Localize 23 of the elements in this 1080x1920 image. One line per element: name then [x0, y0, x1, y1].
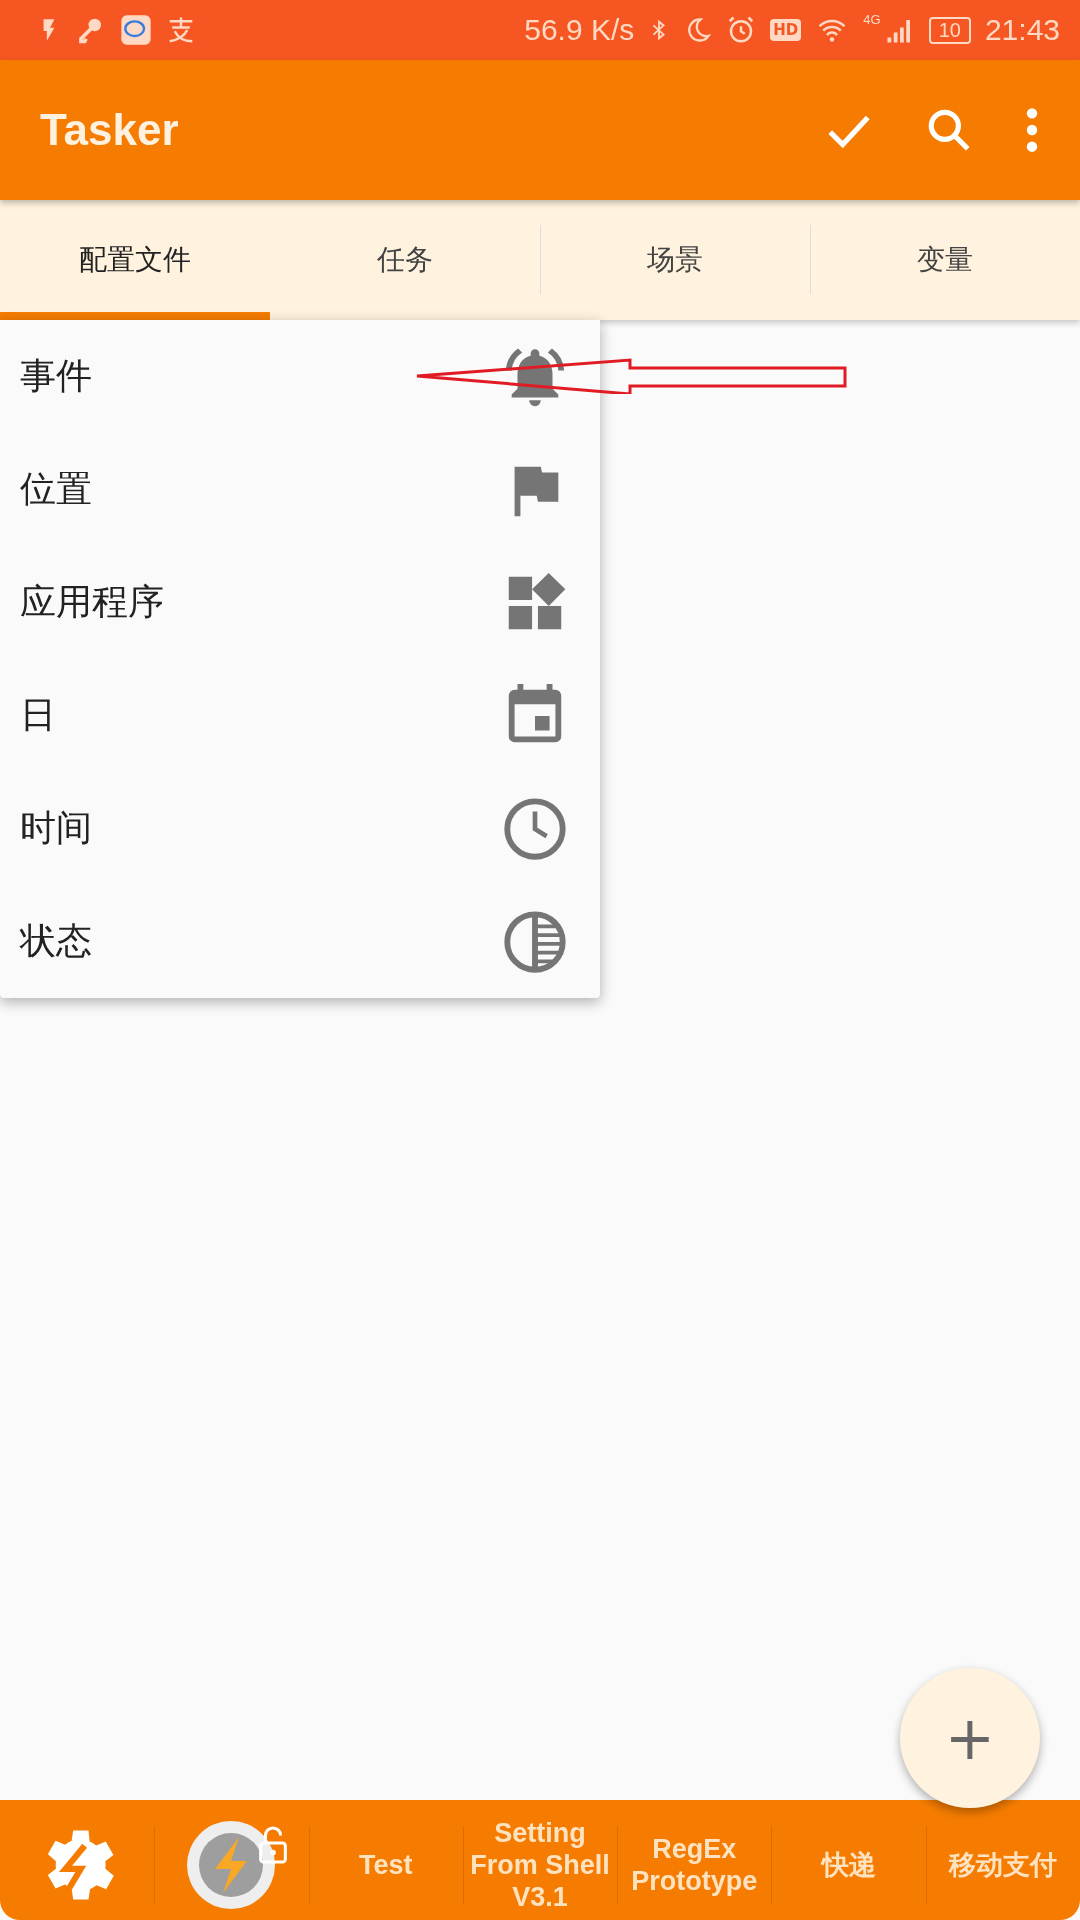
- menu-item[interactable]: 日: [0, 659, 600, 772]
- menu-item-label: 事件: [20, 354, 92, 398]
- menu-item-label: 应用程序: [20, 580, 164, 624]
- menu-item[interactable]: 状态: [0, 885, 600, 998]
- network-type: 4G: [863, 12, 881, 27]
- tab[interactable]: 变量: [810, 200, 1080, 320]
- chat-icon: [120, 14, 152, 46]
- menu-item[interactable]: 应用程序: [0, 546, 600, 659]
- hd-badge: HD: [770, 19, 802, 41]
- menu-item-label: 时间: [20, 806, 92, 850]
- tab[interactable]: 任务: [270, 200, 540, 320]
- battery-level: 10: [928, 16, 971, 44]
- network-speed: 56.9 K/s: [524, 13, 635, 47]
- menu-item[interactable]: 时间: [0, 772, 600, 885]
- add-button[interactable]: +: [900, 1668, 1040, 1808]
- app-title: Tasker: [40, 105, 180, 155]
- tab[interactable]: 场景: [540, 200, 810, 320]
- menu-item[interactable]: 位置: [0, 433, 600, 546]
- menu-item-label: 状态: [20, 919, 92, 963]
- clock-time: 21:43: [984, 13, 1060, 47]
- menu-item-label: 位置: [20, 467, 92, 511]
- menu-item-label: 日: [20, 693, 56, 737]
- menu-item[interactable]: 事件: [0, 320, 600, 433]
